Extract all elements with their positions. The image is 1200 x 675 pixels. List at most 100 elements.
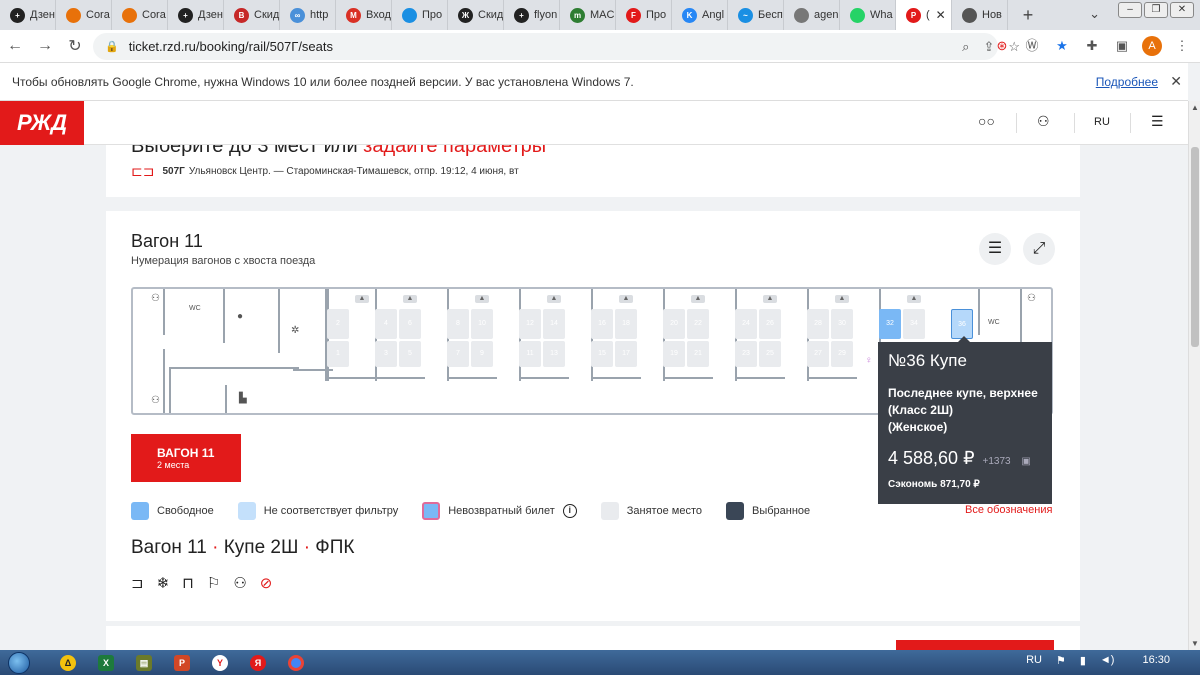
back-button[interactable]: ←	[0, 37, 30, 55]
zoom-icon[interactable]: ⌕	[962, 39, 969, 55]
browser-tab[interactable]: + Дзен	[168, 0, 224, 30]
reload-button[interactable]: ↻	[60, 36, 90, 56]
seat-upper[interactable]: 30	[831, 309, 853, 339]
page-scrollbar[interactable]: ▲ ▼	[1188, 101, 1200, 650]
browser-tab[interactable]: + flyon	[504, 0, 560, 30]
new-tab-button[interactable]: +	[1008, 5, 1048, 26]
seat-lower[interactable]: 1	[327, 341, 349, 367]
seat-upper[interactable]: 18	[615, 309, 637, 339]
seat-lower[interactable]: 25	[759, 341, 781, 367]
browser-tab[interactable]: + Дзен	[0, 0, 56, 30]
browser-tab[interactable]: Cora	[56, 0, 112, 30]
seat-upper[interactable]: 16	[591, 309, 613, 339]
user-icon[interactable]: ⚇	[1037, 113, 1050, 130]
language-switch[interactable]: RU	[1094, 116, 1110, 128]
extension-star-icon[interactable]: ★	[1052, 36, 1072, 56]
browser-tab[interactable]: ~ Бесп	[728, 0, 784, 30]
taskbar-chrome-icon[interactable]	[288, 654, 304, 671]
seat-upper[interactable]: 2	[327, 309, 349, 339]
seat-upper[interactable]: 10	[471, 309, 493, 339]
seat-lower[interactable]: 11	[519, 341, 541, 367]
seat-upper[interactable]: 6	[399, 309, 421, 339]
browser-tab[interactable]: Ж Скид	[448, 0, 504, 30]
browser-tab[interactable]: Cora	[112, 0, 168, 30]
set-params-link[interactable]: задайте параметры	[363, 145, 546, 157]
seat-upper[interactable]: 20	[663, 309, 685, 339]
browser-tab[interactable]: agen	[784, 0, 840, 30]
seat-lower[interactable]: 23	[735, 341, 757, 367]
scroll-thumb[interactable]	[1191, 147, 1199, 347]
close-window-button[interactable]: ✕	[1170, 2, 1194, 18]
scroll-up-icon[interactable]: ▲	[1189, 103, 1200, 112]
seat-upper-free[interactable]: 32	[879, 309, 901, 339]
extension-w-icon[interactable]: Ⓦ	[1022, 36, 1042, 56]
tray-network-icon[interactable]: ▮	[1080, 654, 1086, 667]
accessibility-glasses-icon[interactable]: ○○	[978, 113, 995, 129]
infobar-more-link[interactable]: Подробнее	[1096, 75, 1158, 89]
wagon-select-button[interactable]: ВАГОН 11 2 места	[131, 434, 241, 482]
start-button[interactable]	[0, 650, 38, 675]
list-view-icon[interactable]: ☰	[979, 233, 1011, 265]
side-panel-icon[interactable]: ▣	[1112, 36, 1132, 56]
seat-lower[interactable]: 21	[687, 341, 709, 367]
next-card-red-button[interactable]	[896, 640, 1054, 650]
browser-tab[interactable]: ∞ http	[280, 0, 336, 30]
seat-lower[interactable]: 5	[399, 341, 421, 367]
seat-upper[interactable]: 24	[735, 309, 757, 339]
browser-tab[interactable]: Про	[392, 0, 448, 30]
forward-button[interactable]: →	[30, 37, 60, 55]
seat-upper[interactable]: 34	[903, 309, 925, 339]
infobar-close-icon[interactable]: ✕	[1170, 73, 1182, 90]
taskbar-excel-icon[interactable]: X	[98, 654, 114, 671]
menu-kebab-icon[interactable]: ⋮	[1172, 36, 1192, 56]
all-legend-link[interactable]: Все обозначения	[965, 504, 1052, 516]
seat-upper[interactable]: 26	[759, 309, 781, 339]
seat-lower[interactable]: 13	[543, 341, 565, 367]
seat-upper[interactable]: 12	[519, 309, 541, 339]
seat-lower[interactable]: 27	[807, 341, 829, 367]
seat-upper-selected[interactable]: 36	[951, 309, 973, 339]
tab-search-button[interactable]: ⌄	[1089, 6, 1100, 22]
taskbar-powerpoint-icon[interactable]: P	[174, 654, 190, 671]
taskbar-yandex-icon[interactable]: Я	[250, 654, 266, 671]
profile-avatar[interactable]: A	[1142, 36, 1162, 56]
tray-clock[interactable]: 16:30	[1142, 654, 1170, 667]
tab-close-icon[interactable]: ✕	[936, 8, 946, 22]
browser-tab[interactable]: M Вход	[336, 0, 392, 30]
browser-tab[interactable]: Р (✕	[896, 0, 952, 30]
browser-tab[interactable]: F Про	[616, 0, 672, 30]
seat-lower[interactable]: 9	[471, 341, 493, 367]
expand-icon[interactable]: ⤢	[1023, 233, 1055, 265]
browser-tab[interactable]: Wha	[840, 0, 896, 30]
browser-tab[interactable]: m MAC	[560, 0, 616, 30]
seat-lower[interactable]: 7	[447, 341, 469, 367]
seat-lower[interactable]: 15	[591, 341, 613, 367]
maximize-button[interactable]: ❐	[1144, 2, 1168, 18]
seat-lower[interactable]: 19	[663, 341, 685, 367]
tray-volume-icon[interactable]: ◄)	[1100, 654, 1115, 667]
taskbar-yandex-browser-icon[interactable]: Y	[212, 654, 228, 671]
seat-lower[interactable]: 29	[831, 341, 853, 367]
tray-language[interactable]: RU	[1026, 654, 1042, 667]
minimize-button[interactable]: ‒	[1118, 2, 1142, 18]
rzd-logo[interactable]: РЖД	[0, 101, 84, 145]
taskbar-app-warning-icon[interactable]: Δ	[60, 654, 76, 671]
extension-icon[interactable]: ⊛	[992, 36, 1012, 56]
seat-upper[interactable]: 4	[375, 309, 397, 339]
info-icon[interactable]: i	[562, 504, 577, 518]
scroll-down-icon[interactable]: ▼	[1189, 639, 1200, 648]
seat-upper[interactable]: 22	[687, 309, 709, 339]
seat-upper[interactable]: 8	[447, 309, 469, 339]
menu-icon[interactable]: ☰	[1151, 113, 1164, 130]
browser-tab[interactable]: K Angl	[672, 0, 728, 30]
browser-tab[interactable]: Нов	[952, 0, 1008, 30]
seat-lower[interactable]: 3	[375, 341, 397, 367]
browser-tab[interactable]: B Скид	[224, 0, 280, 30]
extensions-puzzle-icon[interactable]: ✚	[1082, 36, 1102, 56]
tray-flag-icon[interactable]: ⚑	[1056, 654, 1066, 667]
seat-lower[interactable]: 17	[615, 341, 637, 367]
url-bar[interactable]: 🔒 ticket.rzd.ru/booking/rail/507Г/seats	[93, 33, 998, 60]
seat-upper[interactable]: 14	[543, 309, 565, 339]
taskbar-app-icon[interactable]: ▤	[136, 654, 152, 671]
seat-upper[interactable]: 28	[807, 309, 829, 339]
